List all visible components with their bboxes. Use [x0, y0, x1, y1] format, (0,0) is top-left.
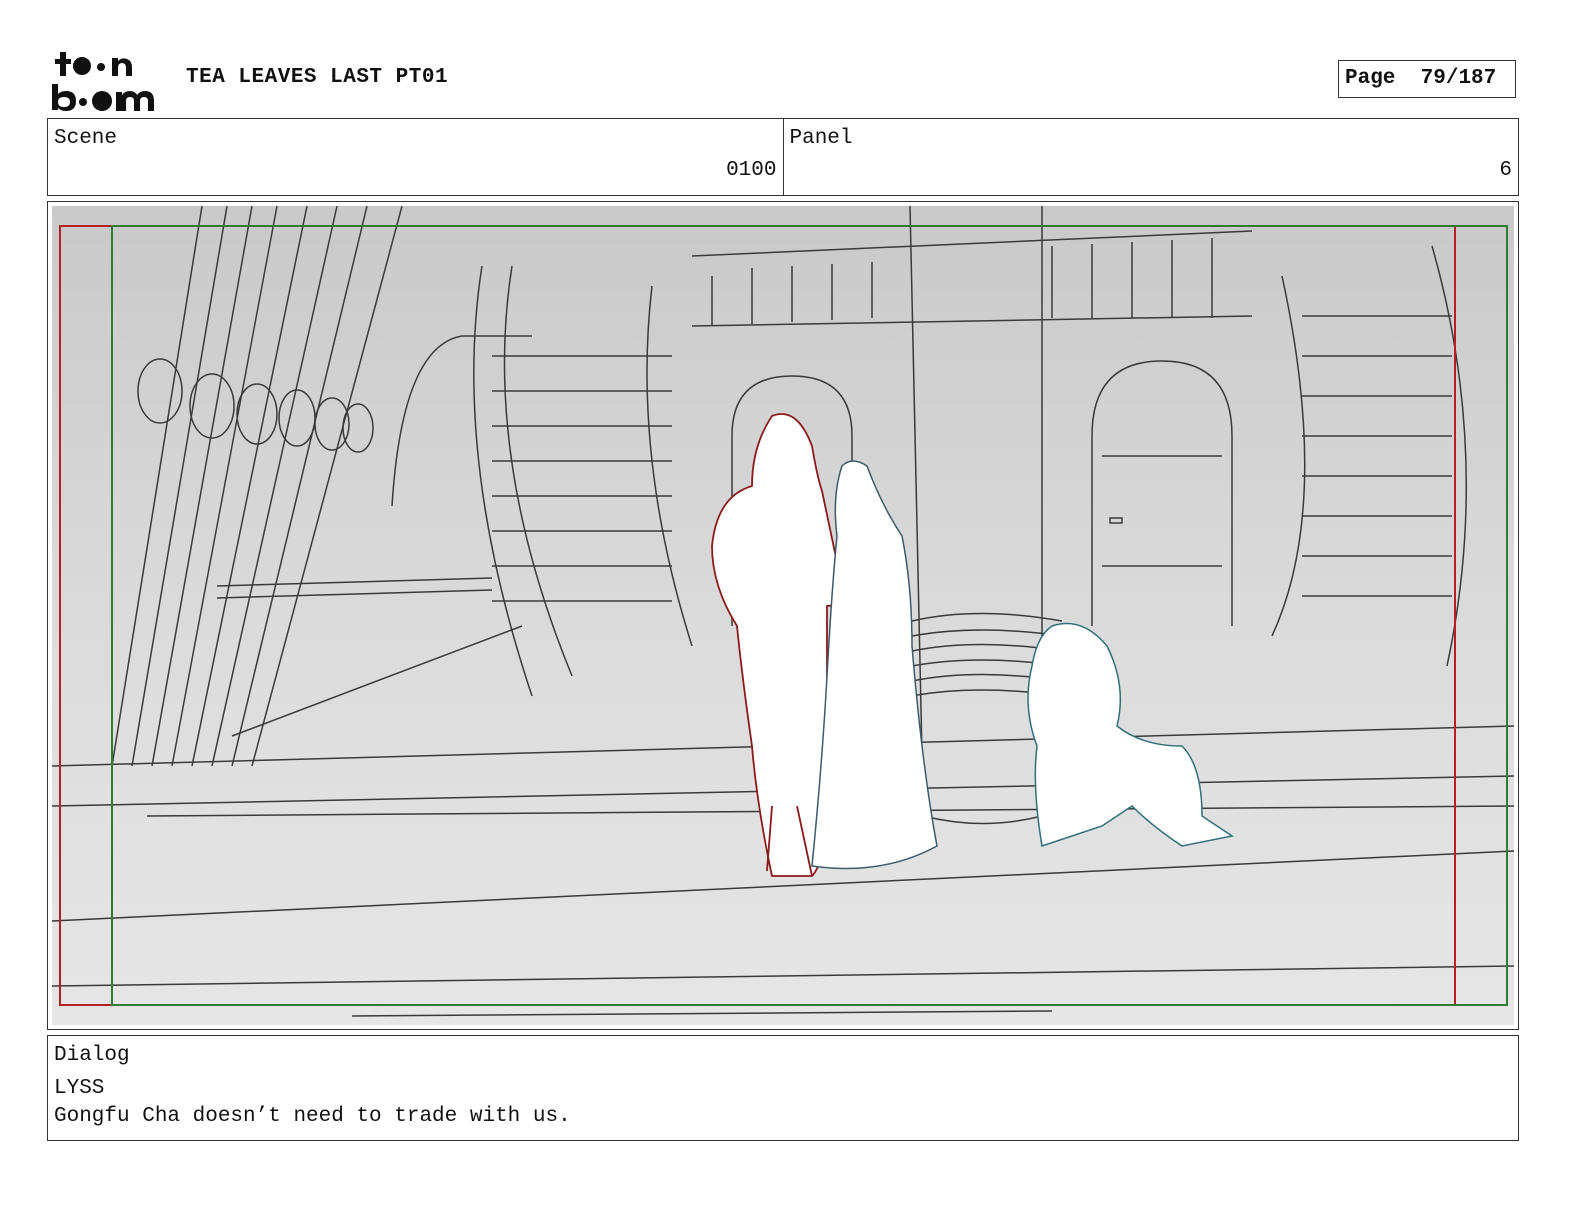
page-indicator: Page 79/187 — [1338, 60, 1516, 98]
dialog-section: Dialog LYSS Gongfu Cha doesn’t need to t… — [47, 1035, 1519, 1141]
page-number: 79/187 — [1420, 67, 1497, 90]
project-title: TEA LEAVES LAST PT01 — [186, 66, 449, 89]
panel-label: Panel — [789, 127, 853, 150]
storyboard-panel — [47, 201, 1519, 1030]
scene-number: 0100 — [726, 159, 777, 182]
dialog-line: Gongfu Cha doesn’t need to trade with us… — [54, 1105, 571, 1128]
toon-boom-logo — [52, 52, 154, 111]
storyboard-panel-image — [52, 206, 1514, 1025]
scene-label: Scene — [54, 127, 118, 150]
scene-cell: Scene 0100 — [48, 119, 783, 195]
panel-number: 6 — [1499, 159, 1512, 182]
scene-panel-info: Scene 0100 Panel 6 — [47, 118, 1519, 196]
panel-cell: Panel 6 — [782, 119, 1519, 195]
dialog-speaker: LYSS — [54, 1077, 105, 1100]
dialog-label: Dialog — [54, 1044, 130, 1067]
page-label: Page — [1345, 67, 1396, 90]
